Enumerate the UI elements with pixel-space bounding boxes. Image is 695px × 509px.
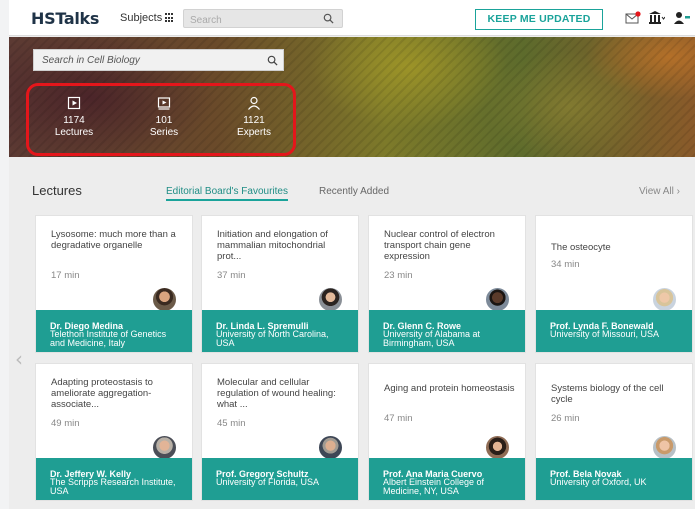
institution-icon[interactable] bbox=[649, 11, 665, 25]
stat-lectures[interactable]: 1174 Lectures bbox=[44, 96, 104, 139]
lecture-duration: 26 min bbox=[551, 413, 580, 424]
lecture-title[interactable]: Systems biology of the cell cycle bbox=[551, 383, 683, 405]
lecture-card[interactable]: Molecular and cellular regulation of wou… bbox=[201, 363, 359, 501]
lecture-card[interactable]: The osteocyte 34 min Prof. Lynda F. Bone… bbox=[535, 215, 693, 353]
account-icon[interactable] bbox=[673, 11, 691, 25]
speaker-avatar bbox=[652, 287, 677, 312]
tab-recently-added[interactable]: Recently Added bbox=[319, 186, 389, 197]
lecture-card[interactable]: Systems biology of the cell cycle 26 min… bbox=[535, 363, 693, 501]
speaker-avatar bbox=[152, 287, 177, 312]
lecture-title[interactable]: Nuclear control of electron transport ch… bbox=[384, 229, 516, 262]
lecture-card[interactable]: Aging and protein homeostasis 47 min Pro… bbox=[368, 363, 526, 501]
lecture-duration: 34 min bbox=[551, 259, 580, 270]
lecture-card[interactable]: Initiation and elongation of mammalian m… bbox=[201, 215, 359, 353]
stat-value: 1121 bbox=[243, 115, 265, 126]
speaker-affiliation: University of North Carolina, USA bbox=[216, 329, 329, 348]
site-logo[interactable]: HSTalks bbox=[31, 9, 99, 28]
speaker-footer: Prof. Ana Maria Cuervo Albert Einstein C… bbox=[369, 458, 525, 500]
speaker-footer: Prof. Gregory Schultz University of Flor… bbox=[202, 458, 358, 500]
lecture-title[interactable]: The osteocyte bbox=[551, 242, 683, 253]
subject-search-box bbox=[33, 49, 284, 71]
stat-value: 101 bbox=[155, 115, 173, 126]
stat-value: 1174 bbox=[63, 115, 85, 126]
lecture-title[interactable]: Initiation and elongation of mammalian m… bbox=[217, 229, 349, 262]
speaker-footer: Dr. Diego Medina Telethon Institute of G… bbox=[36, 310, 192, 352]
speaker-avatar bbox=[152, 435, 177, 460]
speaker-affiliation: University of Oxford, UK bbox=[550, 477, 647, 487]
lecture-card[interactable]: Nuclear control of electron transport ch… bbox=[368, 215, 526, 353]
speaker-affiliation: University of Missouri, USA bbox=[550, 329, 660, 339]
carousel-prev-arrow-icon[interactable]: ‹ bbox=[15, 347, 23, 371]
speaker-avatar bbox=[485, 287, 510, 312]
lecture-duration: 49 min bbox=[51, 418, 80, 429]
speaker-avatar bbox=[318, 435, 343, 460]
speaker-affiliation: Albert Einstein College of Medicine, NY,… bbox=[383, 477, 485, 496]
speaker-footer: Dr. Glenn C. Rowe University of Alabama … bbox=[369, 310, 525, 352]
header-search-box bbox=[183, 9, 343, 29]
lecture-duration: 47 min bbox=[384, 413, 413, 424]
view-all-link[interactable]: View All › bbox=[639, 186, 680, 197]
lecture-title[interactable]: Adapting proteostasis to ameliorate aggr… bbox=[51, 377, 183, 410]
keep-me-updated-button[interactable]: KEEP ME UPDATED bbox=[475, 9, 603, 30]
stat-label: Series bbox=[149, 127, 179, 138]
lecture-title[interactable]: Aging and protein homeostasis bbox=[384, 383, 516, 394]
mail-notification-icon[interactable] bbox=[625, 11, 641, 25]
page: HSTalks Subjects KEEP ME UPDATED bbox=[9, 0, 695, 509]
speaker-footer: Prof. Lynda F. Bonewald University of Mi… bbox=[536, 310, 692, 352]
speaker-affiliation: University of Florida, USA bbox=[216, 477, 320, 487]
speaker-footer: Prof. Bela Novak University of Oxford, U… bbox=[536, 458, 692, 500]
subject-hero-banner: 1174 Lectures 101 Series 1121 Experts bbox=[9, 37, 695, 157]
stat-label: Experts bbox=[237, 127, 271, 138]
subject-search-input[interactable] bbox=[34, 50, 244, 71]
header-search-input[interactable] bbox=[184, 12, 314, 29]
speaker-affiliation: University of Alabama at Birmingham, USA bbox=[383, 329, 481, 348]
speaker-avatar bbox=[485, 435, 510, 460]
tab-editorial-favourites[interactable]: Editorial Board's Favourites bbox=[166, 186, 288, 201]
search-icon[interactable] bbox=[267, 55, 278, 66]
expert-icon bbox=[248, 96, 260, 110]
lecture-duration: 37 min bbox=[217, 270, 246, 281]
lectures-heading: Lectures bbox=[32, 183, 82, 198]
series-icon bbox=[157, 97, 171, 110]
speaker-footer: Dr. Jeffery W. Kelly The Scripps Researc… bbox=[36, 458, 192, 500]
lecture-card[interactable]: Lysosome: much more than a degradative o… bbox=[35, 215, 193, 353]
speaker-footer: Dr. Linda L. Spremulli University of Nor… bbox=[202, 310, 358, 352]
lecture-duration: 17 min bbox=[51, 270, 80, 281]
stat-label: Lectures bbox=[54, 127, 94, 138]
speaker-affiliation: The Scripps Research Institute, USA bbox=[50, 477, 176, 496]
lecture-title[interactable]: Lysosome: much more than a degradative o… bbox=[51, 229, 183, 251]
speaker-affiliation: Telethon Institute of Genetics and Medic… bbox=[50, 329, 167, 348]
grid-menu-icon[interactable] bbox=[165, 13, 175, 23]
stats-highlight-box: 1174 Lectures 101 Series 1121 Experts bbox=[26, 83, 296, 156]
lecture-duration: 23 min bbox=[384, 270, 413, 281]
lecture-card[interactable]: Adapting proteostasis to ameliorate aggr… bbox=[35, 363, 193, 501]
top-header: HSTalks Subjects KEEP ME UPDATED bbox=[9, 0, 695, 36]
stat-experts[interactable]: 1121 Experts bbox=[224, 96, 284, 139]
search-icon[interactable] bbox=[323, 13, 334, 24]
speaker-avatar bbox=[652, 435, 677, 460]
lecture-icon bbox=[67, 96, 81, 110]
stat-series[interactable]: 101 Series bbox=[134, 96, 194, 139]
subjects-menu-label[interactable]: Subjects bbox=[120, 12, 162, 24]
lecture-title[interactable]: Molecular and cellular regulation of wou… bbox=[217, 377, 349, 410]
speaker-avatar bbox=[318, 287, 343, 312]
lecture-duration: 45 min bbox=[217, 418, 246, 429]
